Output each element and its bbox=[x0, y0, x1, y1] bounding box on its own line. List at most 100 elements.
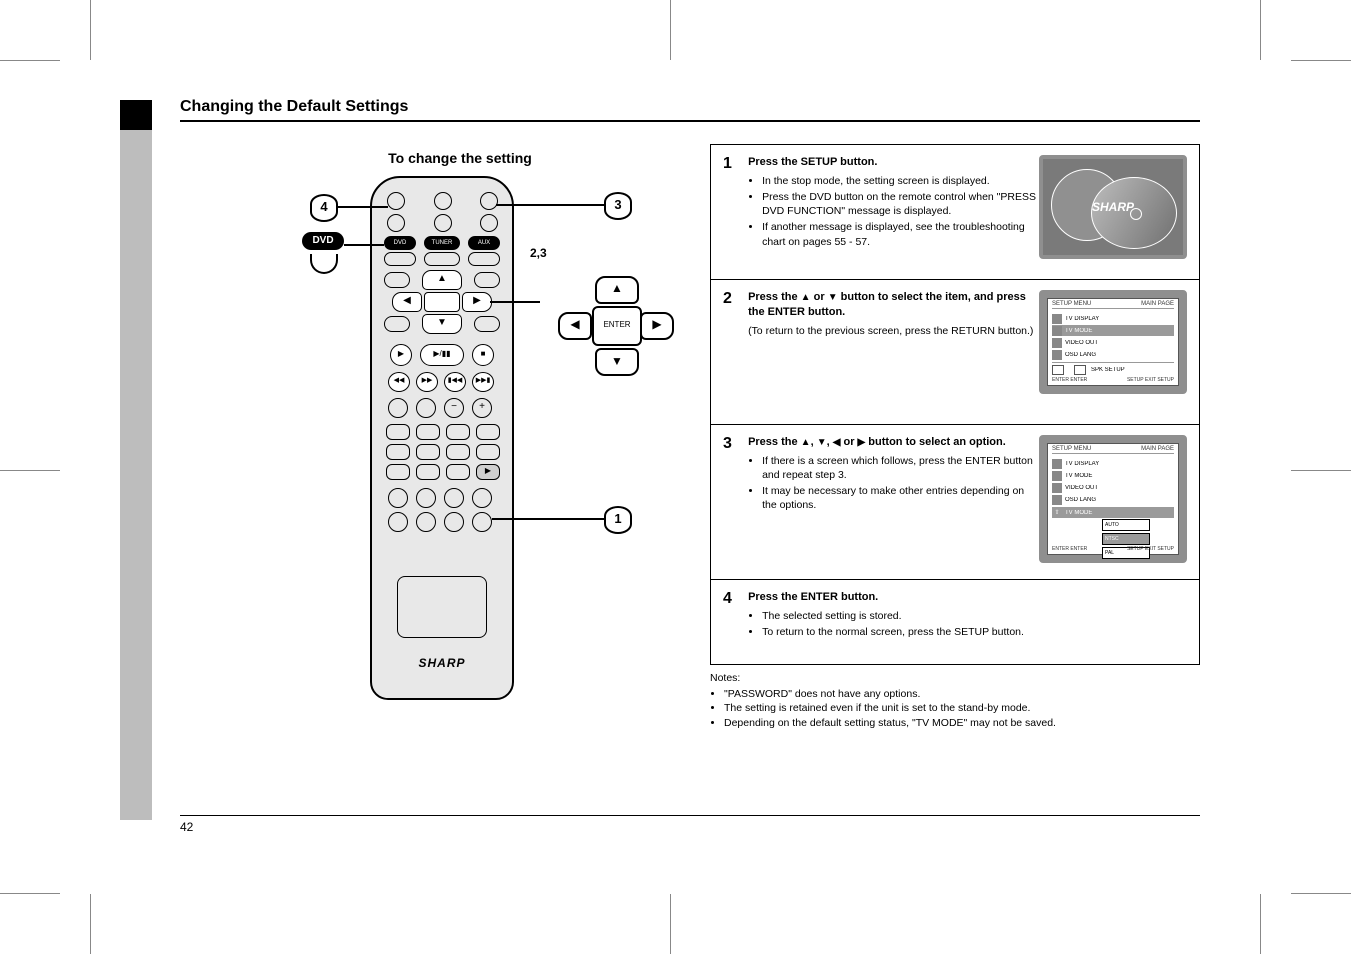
crop-mark bbox=[1260, 0, 1261, 60]
s2-row: TV DISPLAY bbox=[1065, 316, 1100, 322]
power-button bbox=[387, 192, 405, 210]
crop-mark bbox=[0, 470, 60, 471]
remote-right-button: ▶ bbox=[462, 292, 492, 312]
screen1-brand: SHARP bbox=[1092, 200, 1134, 214]
dpad-right-icon: ▶ bbox=[640, 312, 674, 340]
num-button bbox=[444, 512, 464, 532]
grid-btn bbox=[446, 464, 470, 480]
grid-btn bbox=[476, 424, 500, 440]
row2-b-button bbox=[434, 214, 452, 232]
func2-b bbox=[424, 252, 460, 266]
num-button bbox=[444, 488, 464, 508]
step-3: 3 Press the ▲, ▼, ◀ or ▶ button to selec… bbox=[711, 424, 1199, 579]
vol-up-button: + bbox=[472, 398, 492, 418]
dvd-func-button: DVD bbox=[384, 236, 416, 250]
crop-mark bbox=[1291, 470, 1351, 471]
remote-body: DVD TUNER AUX ▲ ▼ ◀ ▶ ▶ ▶/▮▮ ■ bbox=[370, 176, 514, 700]
step-number: 1 bbox=[723, 155, 745, 173]
side-margin bbox=[120, 100, 152, 820]
grid-btn bbox=[416, 424, 440, 440]
left-subtitle: To change the setting bbox=[240, 150, 680, 166]
step-bullet: It may be necessary to make other entrie… bbox=[762, 484, 1038, 512]
dvd-callout-pill: DVD bbox=[302, 232, 344, 250]
aux-func-button: AUX bbox=[468, 236, 500, 250]
step-bullet: If another message is displayed, see the… bbox=[762, 220, 1038, 248]
s2-hint-enter: ENTER ENTER bbox=[1052, 377, 1087, 383]
menu-button bbox=[474, 272, 500, 288]
callout-cursor-label: 2,3 bbox=[530, 246, 547, 260]
notes-heading: Notes: bbox=[710, 671, 1200, 685]
num-button bbox=[388, 488, 408, 508]
callout-line bbox=[492, 518, 604, 520]
setup-button-r bbox=[474, 316, 500, 332]
s3-hint-enter: ENTER ENTER bbox=[1052, 546, 1087, 552]
callout-line bbox=[490, 301, 540, 303]
screen3-title-left: SETUP MENU bbox=[1052, 446, 1091, 452]
step-1: 1 Press the SETUP button. In the stop mo… bbox=[711, 145, 1199, 279]
remote-up-button: ▲ bbox=[422, 270, 462, 290]
footer-rule bbox=[180, 815, 1200, 816]
note-item: Depending on the default setting status,… bbox=[724, 716, 1200, 730]
tuner-func-button: TUNER bbox=[424, 236, 460, 250]
steps-panel: 1 Press the SETUP button. In the stop mo… bbox=[710, 144, 1200, 665]
grid-btn bbox=[386, 424, 410, 440]
s3-sub-hl: TV MODE bbox=[1065, 510, 1100, 516]
step-bullet: Press the DVD button on the remote contr… bbox=[762, 190, 1038, 218]
mute-button bbox=[388, 398, 408, 418]
page-title: Changing the Default Settings bbox=[180, 98, 408, 116]
crop-mark bbox=[670, 0, 671, 60]
heading-rule bbox=[180, 120, 1200, 122]
grid-btn bbox=[386, 444, 410, 460]
step-bullet: To return to the normal screen, press th… bbox=[762, 625, 1038, 639]
ch-button bbox=[416, 398, 436, 418]
remote-brand-logo: SHARP bbox=[372, 656, 512, 670]
stop-button: ■ bbox=[472, 344, 494, 366]
grid-btn bbox=[476, 444, 500, 460]
callout-4: 4 bbox=[310, 194, 338, 222]
row2-c-button bbox=[480, 214, 498, 232]
remote-down-button: ▼ bbox=[422, 314, 462, 334]
num-button bbox=[416, 488, 436, 508]
crop-mark bbox=[1291, 893, 1351, 894]
func2-a bbox=[384, 252, 416, 266]
grid-btn bbox=[386, 464, 410, 480]
side-tab bbox=[120, 100, 152, 130]
prev-button: ▮◀◀ bbox=[444, 372, 466, 392]
crop-mark bbox=[1260, 894, 1261, 954]
ff-button: ▶▶ bbox=[416, 372, 438, 392]
step-bullet: In the stop mode, the setting screen is … bbox=[762, 174, 1038, 188]
s3-row: VIDEO OUT bbox=[1065, 485, 1100, 491]
s3-hint-setup: SETUP EXIT SETUP bbox=[1127, 546, 1174, 552]
s2-row: OSD LANG bbox=[1065, 352, 1100, 358]
open-close-button bbox=[434, 192, 452, 210]
tv-screen-1: SHARP bbox=[1039, 155, 1187, 259]
crop-mark bbox=[0, 60, 60, 61]
callout-1: 1 bbox=[604, 506, 632, 534]
dpad-down-icon: ▼ bbox=[595, 348, 639, 376]
crop-mark bbox=[670, 894, 671, 954]
step-number: 3 bbox=[723, 435, 745, 453]
s3-row: TV MODE bbox=[1065, 473, 1100, 479]
step-heading: Press the ▲, ▼, ◀ or ▶ button to select … bbox=[748, 436, 1006, 448]
note-item: "PASSWORD" does not have any options. bbox=[724, 687, 1200, 701]
num-button bbox=[388, 512, 408, 532]
step-bullet: If there is a screen which follows, pres… bbox=[762, 454, 1038, 482]
remote-left-button: ◀ bbox=[392, 292, 422, 312]
grid-btn bbox=[416, 464, 440, 480]
tv-screen-3: SETUP MENU MAIN PAGE TV DISPLAY TV MODE … bbox=[1039, 435, 1187, 563]
screen2-title-left: SETUP MENU bbox=[1052, 301, 1091, 307]
step-heading: Press the ▲ or ▼ button to select the it… bbox=[748, 291, 1026, 318]
crop-mark bbox=[90, 894, 91, 954]
remote-diagram: DVD TUNER AUX ▲ ▼ ◀ ▶ ▶ ▶/▮▮ ■ bbox=[240, 176, 680, 736]
step-2: 2 Press the ▲ or ▼ button to select the … bbox=[711, 279, 1199, 424]
play-pause-button: ▶/▮▮ bbox=[420, 344, 464, 366]
grid-btn bbox=[416, 444, 440, 460]
page-number: 42 bbox=[180, 820, 193, 834]
note-item: The setting is retained even if the unit… bbox=[724, 701, 1200, 715]
setup-button bbox=[472, 512, 492, 532]
return-button-r bbox=[384, 316, 410, 332]
num-button bbox=[472, 488, 492, 508]
tv-screen-2: SETUP MENU MAIN PAGE TV DISPLAY TV MODE … bbox=[1039, 290, 1187, 394]
step-4: 4 Press the ENTER button. The selected s… bbox=[711, 579, 1199, 664]
step-bullet: The selected setting is stored. bbox=[762, 609, 1038, 623]
